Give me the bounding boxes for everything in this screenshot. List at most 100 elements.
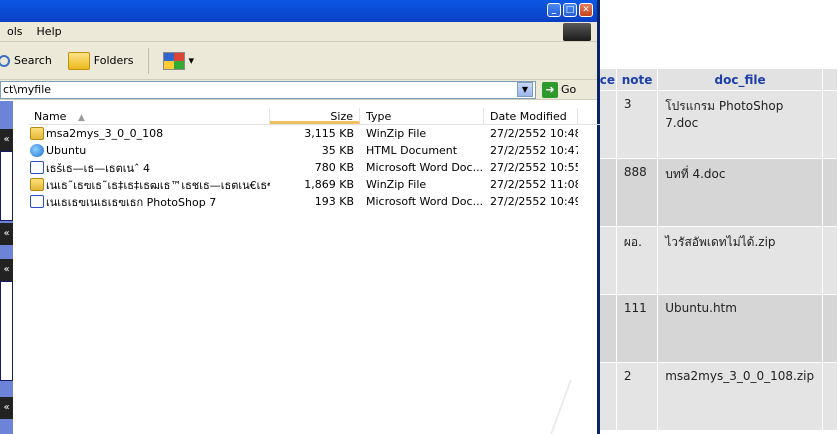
file-size: 35 KB <box>321 144 354 157</box>
list-item[interactable]: msa2mys_3_0_0_108 3,115 KB WinZip File 2… <box>28 125 600 142</box>
file-date: 27/2/2552 11:08 <box>490 178 578 191</box>
sort-ascending-icon: ▲ <box>77 113 85 123</box>
list-item[interactable]: Ubuntu 35 KB HTML Document 27/2/2552 10:… <box>28 142 600 159</box>
minimize-button[interactable]: _ <box>547 3 561 17</box>
file-type: Microsoft Word Doc... <box>366 161 484 174</box>
address-bar: ct\myfile ▼ ➜ Go <box>0 80 597 100</box>
table-row: 888 บทที่ 4.doc <box>598 158 838 227</box>
file-name: msa2mys_3_0_0_108 <box>46 127 164 140</box>
column-name-header[interactable]: Name ▲ <box>28 108 270 124</box>
menu-tools[interactable]: ols <box>0 25 30 38</box>
column-name-label: Name <box>34 110 67 123</box>
list-item[interactable]: เธšเธ—เธ—เธตเนˆ 4 780 KB Microsoft Word … <box>28 159 600 176</box>
table-cell-extra <box>821 362 838 431</box>
file-list-header: Name ▲ Size Type Date Modified <box>28 108 600 125</box>
table-cell-doc-file[interactable]: โปรแกรม PhotoShop 7.doc <box>657 90 823 159</box>
file-type: Microsoft Word Doc... <box>366 195 484 208</box>
table-cell-note: 2 <box>615 362 659 431</box>
file-name: เนเธเธฃเนเธเธฃเธก PhotoShop 7 <box>46 195 217 209</box>
table-row: 2 msa2mys_3_0_0_108.zip <box>598 362 838 431</box>
views-icon <box>162 51 185 70</box>
search-button[interactable]: Search <box>0 51 58 70</box>
collapse-chevron-icon[interactable]: « <box>0 397 13 419</box>
column-header-extra <box>821 68 838 91</box>
file-size: 193 KB <box>314 195 354 208</box>
menu-bar: ols Help <box>0 22 597 42</box>
folder-icon <box>67 51 90 70</box>
file-size: 3,115 KB <box>304 127 354 140</box>
column-header-ce[interactable]: ce <box>598 68 617 91</box>
column-type-header[interactable]: Type <box>360 108 484 124</box>
word-document-icon <box>30 161 44 174</box>
table-cell-extra <box>821 294 838 363</box>
word-document-icon <box>30 195 44 208</box>
table-cell-extra <box>821 226 838 295</box>
table-cell-ce <box>598 294 617 363</box>
winzip-file-icon <box>30 178 44 191</box>
data-table: ce note doc_file 3 โปรแกรม PhotoShop 7.d… <box>598 68 838 431</box>
table-cell-note: ผอ. <box>615 226 659 295</box>
table-cell-doc-file[interactable]: msa2mys_3_0_0_108.zip <box>657 362 823 431</box>
file-type: WinZip File <box>366 178 427 191</box>
file-size: 780 KB <box>314 161 354 174</box>
file-date: 27/2/2552 10:48 <box>490 127 578 140</box>
collapse-chevron-icon[interactable]: « <box>0 259 13 281</box>
task-panel <box>0 281 13 381</box>
file-name: เธšเธ—เธ—เธตเนˆ 4 <box>46 161 151 175</box>
search-label: Search <box>14 54 52 67</box>
windows-logo-icon <box>563 23 591 41</box>
file-name: Ubuntu <box>46 144 87 157</box>
table-header-row: ce note doc_file <box>598 68 838 91</box>
file-type: HTML Document <box>366 144 458 157</box>
address-value: ct\myfile <box>3 83 52 96</box>
table-cell-doc-file[interactable]: ไวรัสอัพเดทไม่ได้.zip <box>657 226 823 295</box>
folders-button[interactable]: Folders <box>62 49 140 73</box>
column-date-header[interactable]: Date Modified <box>484 108 578 124</box>
column-header-note[interactable]: note <box>615 68 659 91</box>
table-cell-extra <box>821 90 838 159</box>
list-item[interactable]: เนเธเธฃเนเธเธฃเธก PhotoShop 7 193 KB Mic… <box>28 193 600 210</box>
table-cell-note: 3 <box>615 90 659 159</box>
table-cell-note: 888 <box>615 158 659 227</box>
table-cell-doc-file[interactable]: Ubuntu.htm <box>657 294 823 363</box>
views-button[interactable]: ▾ <box>157 49 201 73</box>
collapse-chevron-icon[interactable]: « <box>0 223 13 245</box>
winzip-file-icon <box>30 127 44 140</box>
go-arrow-icon: ➜ <box>542 81 558 98</box>
maximize-button[interactable]: □ <box>563 3 577 17</box>
table-row: ผอ. ไวรัสอัพเดทไม่ได้.zip <box>598 226 838 295</box>
file-date: 27/2/2552 10:47 <box>490 144 578 157</box>
go-button[interactable]: ➜ Go <box>542 81 577 98</box>
chevron-down-icon[interactable]: ▼ <box>517 82 533 97</box>
file-name: เนเธ˜เธฃเธ˜เธ‡เธ‡เธฒเธ™เธชเธ—เธตเน€เธซเธ… <box>46 178 270 192</box>
task-panel <box>0 151 13 221</box>
collapse-chevron-icon[interactable]: « <box>0 129 13 151</box>
explorer-window: _ □ ✕ ols Help Search Folders ▾ ct\myfil… <box>0 0 610 434</box>
search-icon <box>0 54 10 67</box>
file-date: 27/2/2552 10:55 <box>490 161 578 174</box>
file-date: 27/2/2552 10:49 <box>490 195 578 208</box>
table-cell-ce <box>598 158 617 227</box>
column-header-doc-file[interactable]: doc_file <box>657 68 823 91</box>
column-size-header[interactable]: Size <box>270 108 360 124</box>
toolbar-divider <box>147 47 149 74</box>
table-cell-doc-file[interactable]: บทที่ 4.doc <box>657 158 823 227</box>
table-row: 3 โปรแกรม PhotoShop 7.doc <box>598 90 838 159</box>
html-document-icon <box>30 144 44 157</box>
menu-help[interactable]: Help <box>30 25 69 38</box>
table-row: 111 Ubuntu.htm <box>598 294 838 363</box>
go-label: Go <box>561 83 577 96</box>
file-size: 1,869 KB <box>304 178 354 191</box>
table-cell-ce <box>598 226 617 295</box>
folders-label: Folders <box>93 54 134 67</box>
table-cell-extra <box>821 158 838 227</box>
title-bar[interactable]: _ □ ✕ <box>0 0 597 22</box>
file-list: Name ▲ Size Type Date Modified msa2mys_3… <box>28 108 600 210</box>
task-pane: « « « « <box>0 101 13 434</box>
address-input[interactable]: ct\myfile ▼ <box>0 80 536 99</box>
file-type: WinZip File <box>366 127 427 140</box>
close-button[interactable]: ✕ <box>579 3 593 17</box>
table-cell-ce <box>598 90 617 159</box>
list-item[interactable]: เนเธ˜เธฃเธ˜เธ‡เธ‡เธฒเธ™เธชเธ—เธตเน€เธซเธ… <box>28 176 600 193</box>
views-dropdown-caret: ▾ <box>188 54 195 67</box>
